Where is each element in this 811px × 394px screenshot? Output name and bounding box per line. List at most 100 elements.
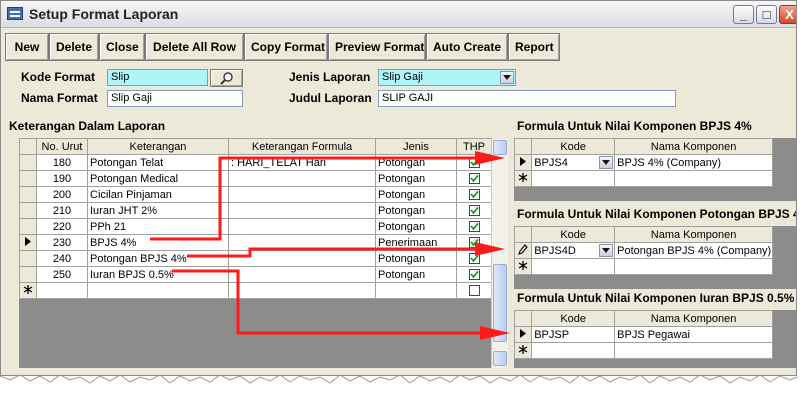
- cell-no-urut[interactable]: 210: [36, 202, 88, 219]
- record-selector[interactable]: [19, 186, 37, 203]
- table-row[interactable]: 180 Potongan Telat: HARI_TELAT Hari Potong…: [19, 154, 492, 171]
- column-header-keterangan-formula[interactable]: Keterangan Formula: [228, 138, 376, 155]
- cell-keterangan[interactable]: Potongan Telat: [87, 154, 229, 171]
- empty-cell[interactable]: [531, 170, 616, 187]
- cell-thp[interactable]: [456, 202, 492, 219]
- table-row[interactable]: 240 Potongan BPJS 4% Potongan: [19, 250, 492, 267]
- cell-keterangan[interactable]: BPJS 4%: [87, 234, 229, 251]
- kode-format-field[interactable]: Slip: [107, 69, 208, 86]
- copy-format-button[interactable]: Copy Format: [244, 33, 328, 61]
- delete-all-row-button[interactable]: Delete All Row: [145, 33, 244, 61]
- record-selector[interactable]: [513, 258, 533, 275]
- record-selector[interactable]: [513, 154, 533, 171]
- record-selector[interactable]: [19, 154, 37, 171]
- record-selector[interactable]: [19, 218, 37, 235]
- cell-no-urut[interactable]: 220: [36, 218, 88, 235]
- table-row[interactable]: BPJS4 BPJS 4% (Company): [513, 154, 773, 171]
- cell-keterangan[interactable]: PPh 21: [87, 218, 229, 235]
- cell-keterangan-formula[interactable]: : HARI_TELAT Hari: [228, 154, 376, 171]
- cell-keterangan[interactable]: Iuran JHT 2%: [87, 202, 229, 219]
- column-header-nama-komponen[interactable]: Nama Komponen: [614, 226, 773, 243]
- empty-cell[interactable]: [614, 170, 773, 187]
- scroll-up-arrow[interactable]: [493, 140, 507, 155]
- column-header-jenis[interactable]: Jenis: [375, 138, 457, 155]
- cell-no-urut[interactable]: 230: [36, 234, 88, 251]
- dropdown-arrow-icon[interactable]: [500, 71, 514, 84]
- column-header-kode[interactable]: Kode: [531, 226, 616, 243]
- table-row[interactable]: BPJS4D Potongan BPJS 4% (Company): [513, 242, 773, 259]
- cell-thp[interactable]: [456, 282, 492, 299]
- cell-jenis[interactable]: Potongan: [375, 250, 457, 267]
- cell-keterangan[interactable]: Potongan BPJS 4%: [87, 250, 229, 267]
- close-window-button[interactable]: X: [779, 5, 796, 24]
- new-record-row[interactable]: [513, 170, 773, 187]
- table-row[interactable]: 200 Cicilan Pinjaman Potongan: [19, 186, 492, 203]
- cell-keterangan[interactable]: Potongan Medical: [87, 170, 229, 187]
- cell-no-urut[interactable]: 180: [36, 154, 88, 171]
- nama-format-field[interactable]: Slip Gaji: [107, 90, 243, 107]
- cell-no-urut[interactable]: 240: [36, 250, 88, 267]
- record-selector[interactable]: [513, 326, 533, 343]
- cell-jenis[interactable]: Penerimaan: [375, 234, 457, 251]
- dropdown-arrow-icon[interactable]: [599, 156, 614, 169]
- new-record-row[interactable]: [513, 342, 773, 359]
- column-header-nama-komponen[interactable]: Nama Komponen: [614, 138, 773, 155]
- cell-thp[interactable]: [456, 186, 492, 203]
- new-record-row[interactable]: [513, 258, 773, 275]
- new-record-row[interactable]: [19, 282, 492, 299]
- record-selector[interactable]: [513, 170, 533, 187]
- report-button[interactable]: Report: [508, 33, 560, 61]
- column-header-thp[interactable]: THP: [456, 138, 492, 155]
- cell-no-urut[interactable]: 190: [36, 170, 88, 187]
- keterangan-scrollbar[interactable]: [491, 139, 508, 368]
- preview-format-button[interactable]: Preview Format: [328, 33, 426, 61]
- empty-cell[interactable]: [36, 282, 88, 299]
- cell-no-urut[interactable]: 200: [36, 186, 88, 203]
- table-row[interactable]: 250 Iuran BPJS 0.5% Potongan: [19, 266, 492, 283]
- record-selector[interactable]: [19, 250, 37, 267]
- judul-laporan-field[interactable]: SLIP GAJI: [378, 90, 676, 107]
- minimize-button[interactable]: _: [733, 5, 754, 24]
- cell-keterangan[interactable]: Cicilan Pinjaman: [87, 186, 229, 203]
- dropdown-arrow-icon[interactable]: [599, 244, 614, 257]
- empty-cell[interactable]: [614, 342, 773, 359]
- cell-jenis[interactable]: Potongan: [375, 170, 457, 187]
- checkbox-checked-icon[interactable]: [468, 253, 480, 265]
- record-selector[interactable]: [19, 266, 37, 283]
- checkbox-checked-icon[interactable]: [468, 205, 480, 217]
- new-button[interactable]: New: [5, 33, 49, 61]
- record-selector[interactable]: [513, 242, 533, 259]
- cell-keterangan-formula[interactable]: [228, 186, 376, 203]
- cell-thp[interactable]: [456, 154, 492, 171]
- column-header-keterangan[interactable]: Keterangan: [87, 138, 229, 155]
- column-header-kode[interactable]: Kode: [531, 138, 616, 155]
- cell-kode[interactable]: BPJSP: [531, 326, 616, 343]
- empty-cell[interactable]: [531, 342, 616, 359]
- checkbox-checked-icon[interactable]: [468, 173, 480, 185]
- cell-thp[interactable]: [456, 170, 492, 187]
- cell-nama-komponen[interactable]: Potongan BPJS 4% (Company): [614, 242, 773, 259]
- cell-jenis[interactable]: Potongan: [375, 218, 457, 235]
- table-row[interactable]: 220 PPh 21 Potongan: [19, 218, 492, 235]
- table-row[interactable]: 190 Potongan Medical Potongan: [19, 170, 492, 187]
- cell-keterangan[interactable]: Iuran BPJS 0.5%: [87, 266, 229, 283]
- empty-cell[interactable]: [531, 258, 616, 275]
- cell-keterangan-formula[interactable]: [228, 250, 376, 267]
- checkbox-checked-icon[interactable]: [468, 221, 480, 233]
- table-row[interactable]: 210 Iuran JHT 2% Potongan: [19, 202, 492, 219]
- checkbox-checked-icon[interactable]: [468, 157, 480, 169]
- column-header-nama-komponen[interactable]: Nama Komponen: [614, 310, 773, 327]
- search-kode-button[interactable]: [210, 69, 243, 87]
- cell-no-urut[interactable]: 250: [36, 266, 88, 283]
- cell-keterangan-formula[interactable]: [228, 234, 376, 251]
- checkbox-checked-icon[interactable]: [468, 189, 480, 201]
- cell-jenis[interactable]: Potongan: [375, 202, 457, 219]
- empty-cell[interactable]: [614, 258, 773, 275]
- record-selector[interactable]: [19, 202, 37, 219]
- cell-thp[interactable]: [456, 234, 492, 251]
- record-selector[interactable]: [513, 342, 533, 359]
- checkbox-checked-icon[interactable]: [468, 269, 480, 281]
- record-selector[interactable]: [19, 282, 37, 299]
- cell-jenis[interactable]: Potongan: [375, 154, 457, 171]
- empty-cell[interactable]: [375, 282, 457, 299]
